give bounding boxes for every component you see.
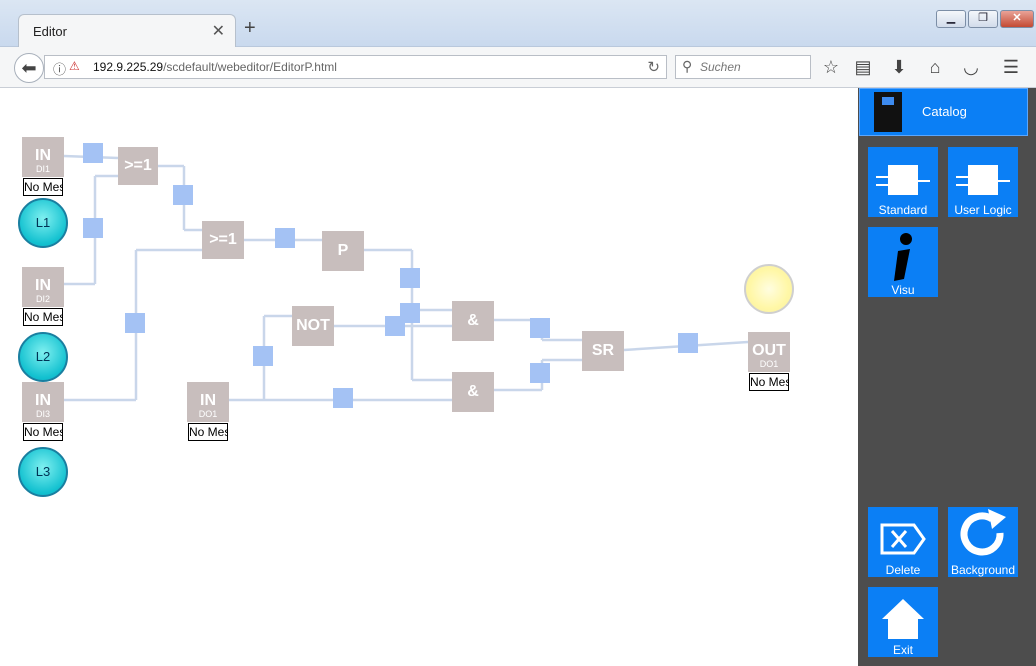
tab-close-icon[interactable]: ✕	[212, 21, 225, 41]
connector[interactable]	[530, 318, 550, 338]
block-title: &	[467, 312, 479, 329]
delete-button[interactable]: Delete	[868, 507, 938, 577]
input-block-do1[interactable]: IN DO1	[187, 382, 229, 422]
catalog-label: Catalog	[922, 104, 967, 119]
browser-titlebar: Editor ✕ + ▁ ❐ ✕	[0, 0, 1036, 47]
minimize-icon[interactable]: ▁	[936, 10, 966, 28]
output-block-do1[interactable]: OUT DO1	[748, 332, 790, 372]
block-title: IN	[200, 392, 216, 409]
delete-label: Delete	[885, 563, 921, 577]
catalog-icon	[874, 92, 902, 132]
refresh-icon	[960, 509, 1006, 556]
message-field[interactable]: No Mes	[188, 423, 228, 441]
connector[interactable]	[83, 218, 103, 238]
info-icon	[894, 233, 912, 281]
exit-button[interactable]: Exit	[868, 587, 938, 657]
block-subtitle: DI3	[35, 409, 50, 419]
or-block-1[interactable]: >=1	[118, 147, 158, 185]
reading-list-icon[interactable]: ▤	[852, 56, 874, 78]
background-button[interactable]: Background	[948, 507, 1018, 577]
standard-button[interactable]: Standard	[868, 147, 938, 217]
connector[interactable]	[333, 388, 353, 408]
connector[interactable]	[385, 316, 405, 336]
message-field[interactable]: No Mes	[749, 373, 789, 391]
led-l2[interactable]: L2	[18, 332, 68, 382]
connector[interactable]	[678, 333, 698, 353]
url-bar[interactable]: ⓘ ⚠ 192.9.225.29/scdefault/webeditor/Edi…	[44, 55, 667, 79]
block-title: >=1	[124, 157, 152, 174]
menu-icon[interactable]: ☰	[1000, 56, 1022, 78]
block-title: OUT	[752, 342, 786, 359]
not-block[interactable]: NOT	[292, 306, 334, 346]
or-block-2[interactable]: >=1	[202, 221, 244, 259]
block-title: IN	[35, 277, 51, 294]
user-logic-button[interactable]: User Logic	[948, 147, 1018, 217]
insecure-lock-icon[interactable]: ⚠	[69, 59, 80, 73]
input-block-di1[interactable]: IN DI1	[22, 137, 64, 177]
block-title: >=1	[209, 231, 237, 248]
and-block-2[interactable]: &	[452, 372, 494, 412]
sr-block[interactable]: SR	[582, 331, 624, 371]
connector[interactable]	[173, 185, 193, 205]
browser-tab[interactable]: Editor ✕	[18, 14, 236, 47]
info-icon[interactable]: ⓘ	[53, 59, 66, 78]
block-title: IN	[35, 392, 51, 409]
block-subtitle: DO1	[198, 409, 218, 419]
connector[interactable]	[275, 228, 295, 248]
message-field[interactable]: No Mes	[23, 308, 63, 326]
user-logic-label: User Logic	[954, 203, 1012, 217]
reload-icon[interactable]: ↻	[647, 58, 660, 76]
input-block-di3[interactable]: IN DI3	[22, 382, 64, 422]
lamp-indicator[interactable]	[744, 264, 794, 314]
home-icon	[882, 599, 924, 639]
search-input[interactable]: ⚲ Suchen	[675, 55, 811, 79]
background-label: Background	[950, 563, 1016, 577]
new-tab-icon[interactable]: +	[244, 18, 256, 38]
visu-button[interactable]: Visu	[868, 227, 938, 297]
connector[interactable]	[125, 313, 145, 333]
close-window-icon[interactable]: ✕	[1000, 10, 1034, 28]
block-subtitle: DO1	[759, 359, 779, 369]
connector[interactable]	[400, 268, 420, 288]
block-subtitle: DI2	[35, 294, 50, 304]
url-path: /scdefault/webeditor/EditorP.html	[163, 60, 337, 74]
block-icon	[876, 165, 930, 195]
led-l1[interactable]: L1	[18, 198, 68, 248]
block-icon	[956, 165, 1010, 195]
block-title: &	[467, 383, 479, 400]
message-field[interactable]: No Mes	[23, 423, 63, 441]
url-text: 192.9.225.29/scdefault/webeditor/EditorP…	[93, 60, 337, 74]
catalog-button[interactable]: Catalog	[859, 88, 1028, 136]
home-icon[interactable]: ⌂	[924, 56, 946, 78]
connector[interactable]	[253, 346, 273, 366]
led-l3[interactable]: L3	[18, 447, 68, 497]
visu-label: Visu	[891, 283, 915, 297]
search-placeholder: Suchen	[700, 60, 741, 74]
p-block[interactable]: P	[322, 231, 364, 271]
tool-panel: Catalog Standard User Logic Visu Delete …	[858, 88, 1036, 666]
browser-navbar: ⬅ ⓘ ⚠ 192.9.225.29/scdefault/webeditor/E…	[0, 47, 1036, 88]
message-field[interactable]: No Mes	[23, 178, 63, 196]
maximize-icon[interactable]: ❐	[968, 10, 998, 28]
block-title: IN	[35, 147, 51, 164]
delete-icon	[880, 523, 926, 555]
block-title: SR	[591, 342, 615, 359]
bookmark-star-icon[interactable]: ☆	[820, 56, 842, 78]
pocket-icon[interactable]: ◡	[960, 56, 982, 78]
download-icon[interactable]: ⬇	[888, 56, 910, 78]
exit-label: Exit	[892, 643, 913, 657]
connector[interactable]	[83, 143, 103, 163]
and-block-1[interactable]: &	[452, 301, 494, 341]
standard-label: Standard	[878, 203, 928, 217]
block-subtitle: DI1	[35, 164, 50, 174]
url-host: 192.9.225.29	[93, 60, 164, 74]
editor-canvas[interactable]: IN DI1 No Mes L1 IN DI2 No Mes L2 IN DI3…	[8, 88, 858, 666]
back-arrow-icon[interactable]: ⬅	[14, 53, 44, 83]
input-block-di2[interactable]: IN DI2	[22, 267, 64, 307]
connector[interactable]	[530, 363, 550, 383]
block-title: NOT	[296, 317, 330, 334]
tab-title: Editor	[33, 24, 67, 39]
block-title: P	[337, 242, 349, 259]
search-icon: ⚲	[682, 58, 693, 74]
